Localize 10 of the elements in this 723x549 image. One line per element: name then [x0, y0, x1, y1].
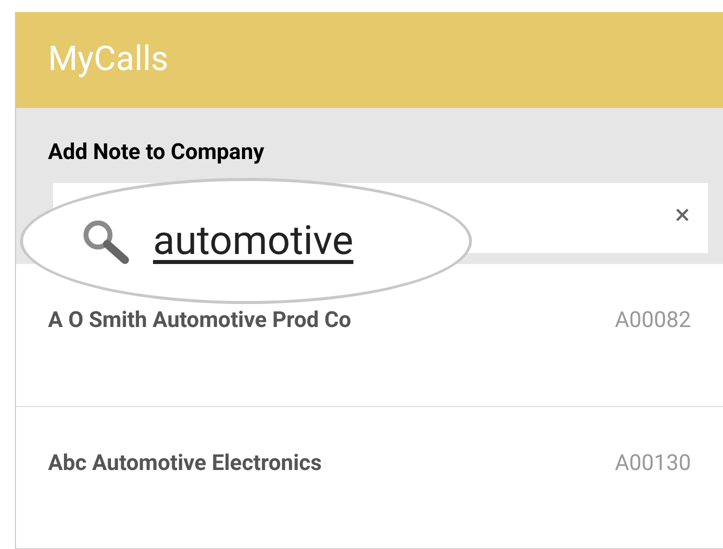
section-title: Add Note to Company	[48, 138, 264, 167]
search-text: automotive	[153, 216, 354, 266]
company-name: Abc Automotive Electronics	[48, 450, 322, 478]
company-name: A O Smith Automotive Prod Co	[48, 307, 352, 336]
clear-button[interactable]: ×	[675, 200, 690, 229]
search-icon	[81, 218, 131, 264]
company-code: A00130	[614, 450, 691, 478]
company-code: A00082	[614, 307, 691, 336]
company-row[interactable]: Abc Automotive Electronics A00130	[16, 406, 723, 549]
app-title: MyCalls	[48, 38, 168, 82]
